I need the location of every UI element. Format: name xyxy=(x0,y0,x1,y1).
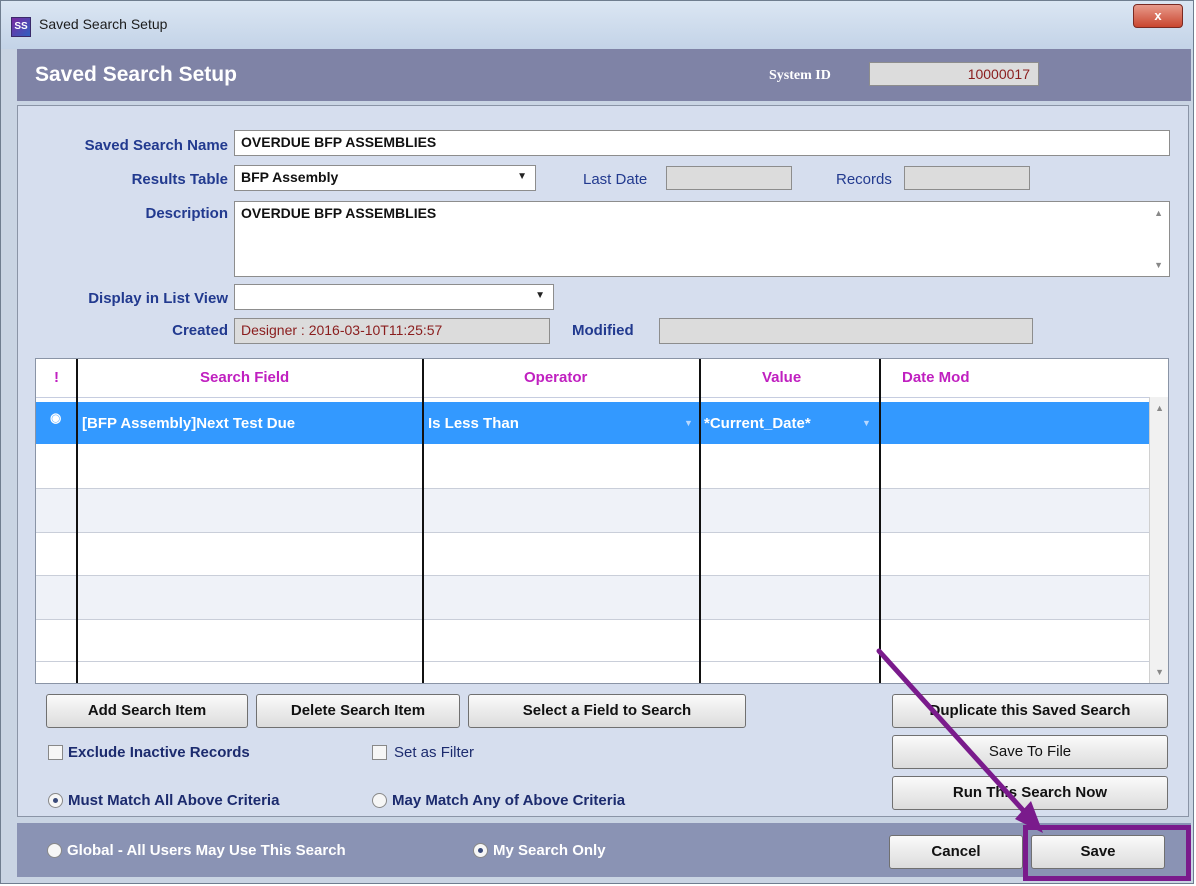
saved-search-window: SS Saved Search Setup x Saved Search Set… xyxy=(0,0,1194,884)
annotation-arrow-icon xyxy=(876,648,1043,833)
